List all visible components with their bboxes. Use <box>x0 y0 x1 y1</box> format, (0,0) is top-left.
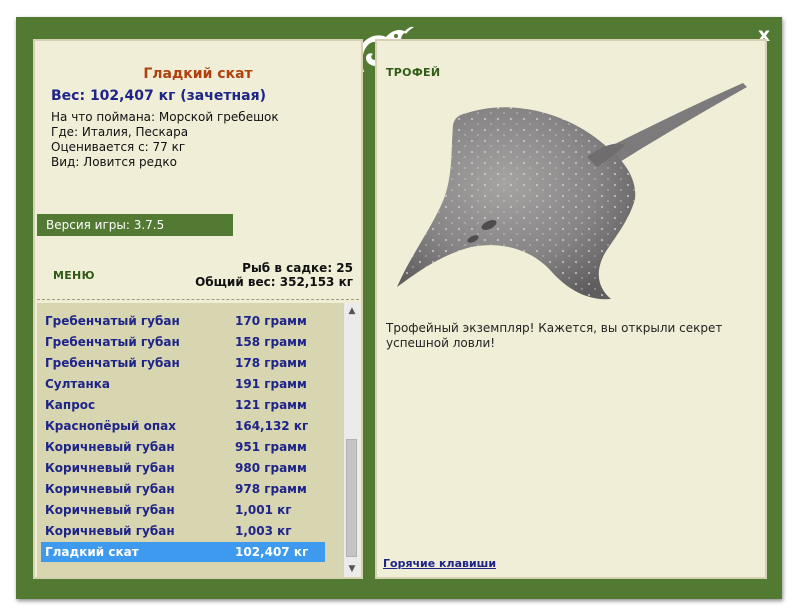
detail-location: Где: Италия, Пескара <box>51 125 189 139</box>
stingray-icon <box>397 83 747 300</box>
hotkeys-link[interactable]: Горячие клавиши <box>383 557 496 570</box>
divider <box>37 299 359 300</box>
catch-row[interactable]: Капрос 121 грамм <box>41 395 325 415</box>
detail-rarity: Вид: Ловится редко <box>51 155 177 169</box>
catch-name: Гребенчатый губан <box>45 356 180 370</box>
catch-name: Коричневый губан <box>45 482 175 496</box>
detail-bait: На что поймана: Морской гребешок <box>51 110 279 124</box>
catch-name: Коричневый губан <box>45 461 175 475</box>
catch-row[interactable]: Краснопёрый опах 164,132 кг <box>41 416 325 436</box>
cage-total-weight: Общий вес: 352,153 кг <box>195 275 353 289</box>
fish-info-panel: Гладкий скат Вес: 102,407 кг (зачетная) … <box>33 39 363 579</box>
catch-row[interactable]: Гребенчатый губан 178 грамм <box>41 353 325 373</box>
fish-details: На что поймана: Морской гребешок Где: Ит… <box>51 110 279 170</box>
detail-min-weight: Оценивается с: 77 кг <box>51 140 186 154</box>
catch-row[interactable]: Коричневый губан 1,003 кг <box>41 521 325 541</box>
catch-name: Краснопёрый опах <box>45 419 176 433</box>
catch-row[interactable]: Гребенчатый губан 170 грамм <box>41 311 325 331</box>
catch-weight: 121 грамм <box>235 398 307 412</box>
catch-row[interactable]: Коричневый губан 980 грамм <box>41 458 325 478</box>
scroll-up-icon[interactable]: ▲ <box>344 303 360 319</box>
catch-name: Коричневый губан <box>45 440 175 454</box>
catch-weight: 1,003 кг <box>235 524 292 538</box>
catch-row[interactable]: Коричневый губан 951 грамм <box>41 437 325 457</box>
catch-name: Гребенчатый губан <box>45 314 180 328</box>
catch-row[interactable]: Султанка 191 грамм <box>41 374 325 394</box>
trophy-panel: ТРОФЕЙ Трофейный экземпляр! Кажется, вы … <box>375 39 767 579</box>
catch-name: Капрос <box>45 398 96 412</box>
cage-count: Рыб в садке: 25 <box>242 261 353 275</box>
fish-weight: Вес: 102,407 кг (зачетная) <box>51 88 266 104</box>
scroll-down-icon[interactable]: ▼ <box>344 561 360 577</box>
catch-weight: 980 грамм <box>235 461 307 475</box>
catch-weight: 102,407 кг <box>235 545 309 559</box>
catch-weight: 951 грамм <box>235 440 307 454</box>
catch-weight: 978 грамм <box>235 482 307 496</box>
catch-name: Коричневый губан <box>45 503 175 517</box>
catch-row[interactable]: Гребенчатый губан 158 грамм <box>41 332 325 352</box>
catch-list[interactable]: Гребенчатый губан 170 грамм Гребенчатый … <box>37 303 343 577</box>
catch-name: Гладкий скат <box>45 545 139 559</box>
fish-title: Гладкий скат <box>143 66 253 82</box>
catch-weight: 178 грамм <box>235 356 307 370</box>
catch-weight: 164,132 кг <box>235 419 309 433</box>
catch-name: Султанка <box>45 377 111 391</box>
catch-weight: 170 грамм <box>235 314 307 328</box>
scroll-thumb[interactable] <box>346 439 357 557</box>
catch-weight: 158 грамм <box>235 335 307 349</box>
catch-row-selected[interactable]: Гладкий скат 102,407 кг <box>41 542 325 562</box>
version-bar: Версия игры: 3.7.5 <box>37 214 233 236</box>
catch-name: Коричневый губан <box>45 524 175 538</box>
catch-weight: 191 грамм <box>235 377 307 391</box>
trophy-description: Трофейный экземпляр! Кажется, вы открыли… <box>386 321 723 350</box>
catch-name: Гребенчатый губан <box>45 335 180 349</box>
catch-row[interactable]: Коричневый губан 1,001 кг <box>41 500 325 520</box>
catch-list-scrollbar[interactable]: ▲ ▼ <box>343 303 359 577</box>
catch-weight: 1,001 кг <box>235 503 292 517</box>
cage-stats: Рыб в садке: 25 Общий вес: 352,153 кг <box>195 261 353 289</box>
catch-row[interactable]: Коричневый губан 978 грамм <box>41 479 325 499</box>
menu-button[interactable]: МЕНЮ <box>53 269 95 282</box>
